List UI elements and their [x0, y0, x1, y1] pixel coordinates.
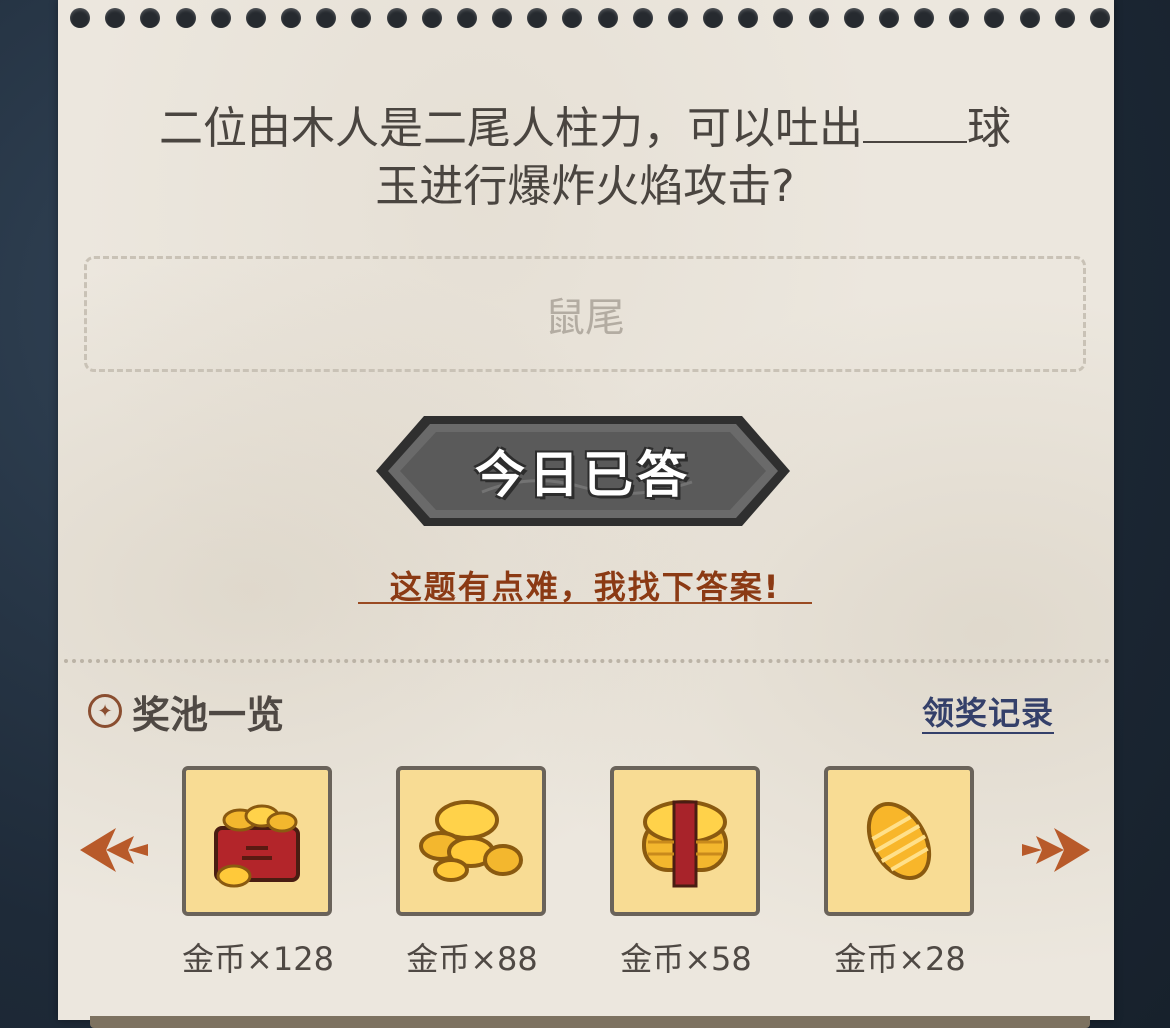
reward-label: 金币×88 [406, 940, 538, 978]
shuriken-icon: ✦ [88, 694, 122, 728]
reward-label: 金币×58 [620, 940, 752, 978]
binding-hole [738, 8, 759, 28]
binding-hole [984, 8, 1005, 28]
answer-blank [863, 101, 967, 143]
binding-hole [245, 8, 266, 28]
binding-hole [105, 8, 126, 28]
binding-hole [210, 8, 231, 28]
binding-hole [421, 8, 442, 28]
coin-box-icon [214, 804, 300, 888]
binding-hole [527, 8, 548, 28]
section-divider [64, 659, 1110, 663]
binding-hole [70, 8, 90, 28]
reward-item[interactable]: 金币×58 [610, 766, 762, 980]
coin-pile-icon [419, 800, 523, 882]
binding-hole [843, 8, 864, 28]
binding-hole [597, 8, 618, 28]
reward-pool-header: ✦ 奖池一览 [88, 686, 285, 737]
binding-hole [773, 8, 794, 28]
question-text-part: 二位由木人是二尾人柱力，可以吐出 [159, 103, 863, 154]
binding-hole [562, 8, 583, 28]
binding-hole [492, 8, 513, 28]
binding-hole [667, 8, 688, 28]
binding-hole [140, 8, 161, 28]
answer-field[interactable]: 鼠尾 [84, 256, 1086, 372]
answered-today-button[interactable]: 今日已答 [372, 412, 794, 530]
reward-label: 金币×128 [182, 940, 334, 978]
binding-hole [175, 8, 196, 28]
binding-hole [808, 8, 829, 28]
binding-hole [351, 8, 372, 28]
binding-hole [1089, 8, 1110, 28]
binding-hole [703, 8, 724, 28]
binding-hole [914, 8, 935, 28]
binding-hole [456, 8, 477, 28]
answered-today-label: 今日已答 [475, 446, 691, 504]
find-answer-link[interactable]: 这题有点难，我找下答案! [358, 562, 812, 606]
binding-hole [316, 8, 337, 28]
reward-item[interactable]: 金币×28 [824, 766, 976, 980]
prev-arrow-icon[interactable] [76, 822, 152, 878]
binding-hole [281, 8, 302, 28]
binding-hole [386, 8, 407, 28]
binding-holes [70, 8, 1110, 30]
next-arrow-icon[interactable] [1018, 822, 1094, 878]
coin-icon [866, 802, 932, 880]
reward-tile [824, 766, 974, 916]
reward-label: 金币×28 [834, 940, 966, 978]
reward-item[interactable]: 金币×128 [182, 766, 334, 980]
reward-records-link[interactable]: 领奖记录 [922, 688, 1055, 734]
reward-item[interactable]: 金币×88 [396, 766, 548, 980]
answer-value: 鼠尾 [545, 295, 625, 341]
question-text-part: 球 [967, 103, 1011, 154]
binding-hole [1054, 8, 1075, 28]
reward-pool-title: 奖池一览 [132, 692, 285, 737]
question-text: 二位由木人是二尾人柱力，可以吐出 球 玉进行爆炸火焰攻击? [80, 100, 1090, 216]
reward-tile [610, 766, 760, 916]
coin-stack-icon [642, 800, 728, 888]
reward-tile [182, 766, 332, 916]
binding-hole [949, 8, 970, 28]
question-line-2: 玉进行爆炸火焰攻击? [375, 161, 795, 212]
question-line-1: 二位由木人是二尾人柱力，可以吐出 球 [80, 100, 1090, 158]
binding-hole [1019, 8, 1040, 28]
reward-tile [396, 766, 546, 916]
binding-hole [878, 8, 899, 28]
binding-hole [632, 8, 653, 28]
page-edge [90, 1016, 1090, 1028]
